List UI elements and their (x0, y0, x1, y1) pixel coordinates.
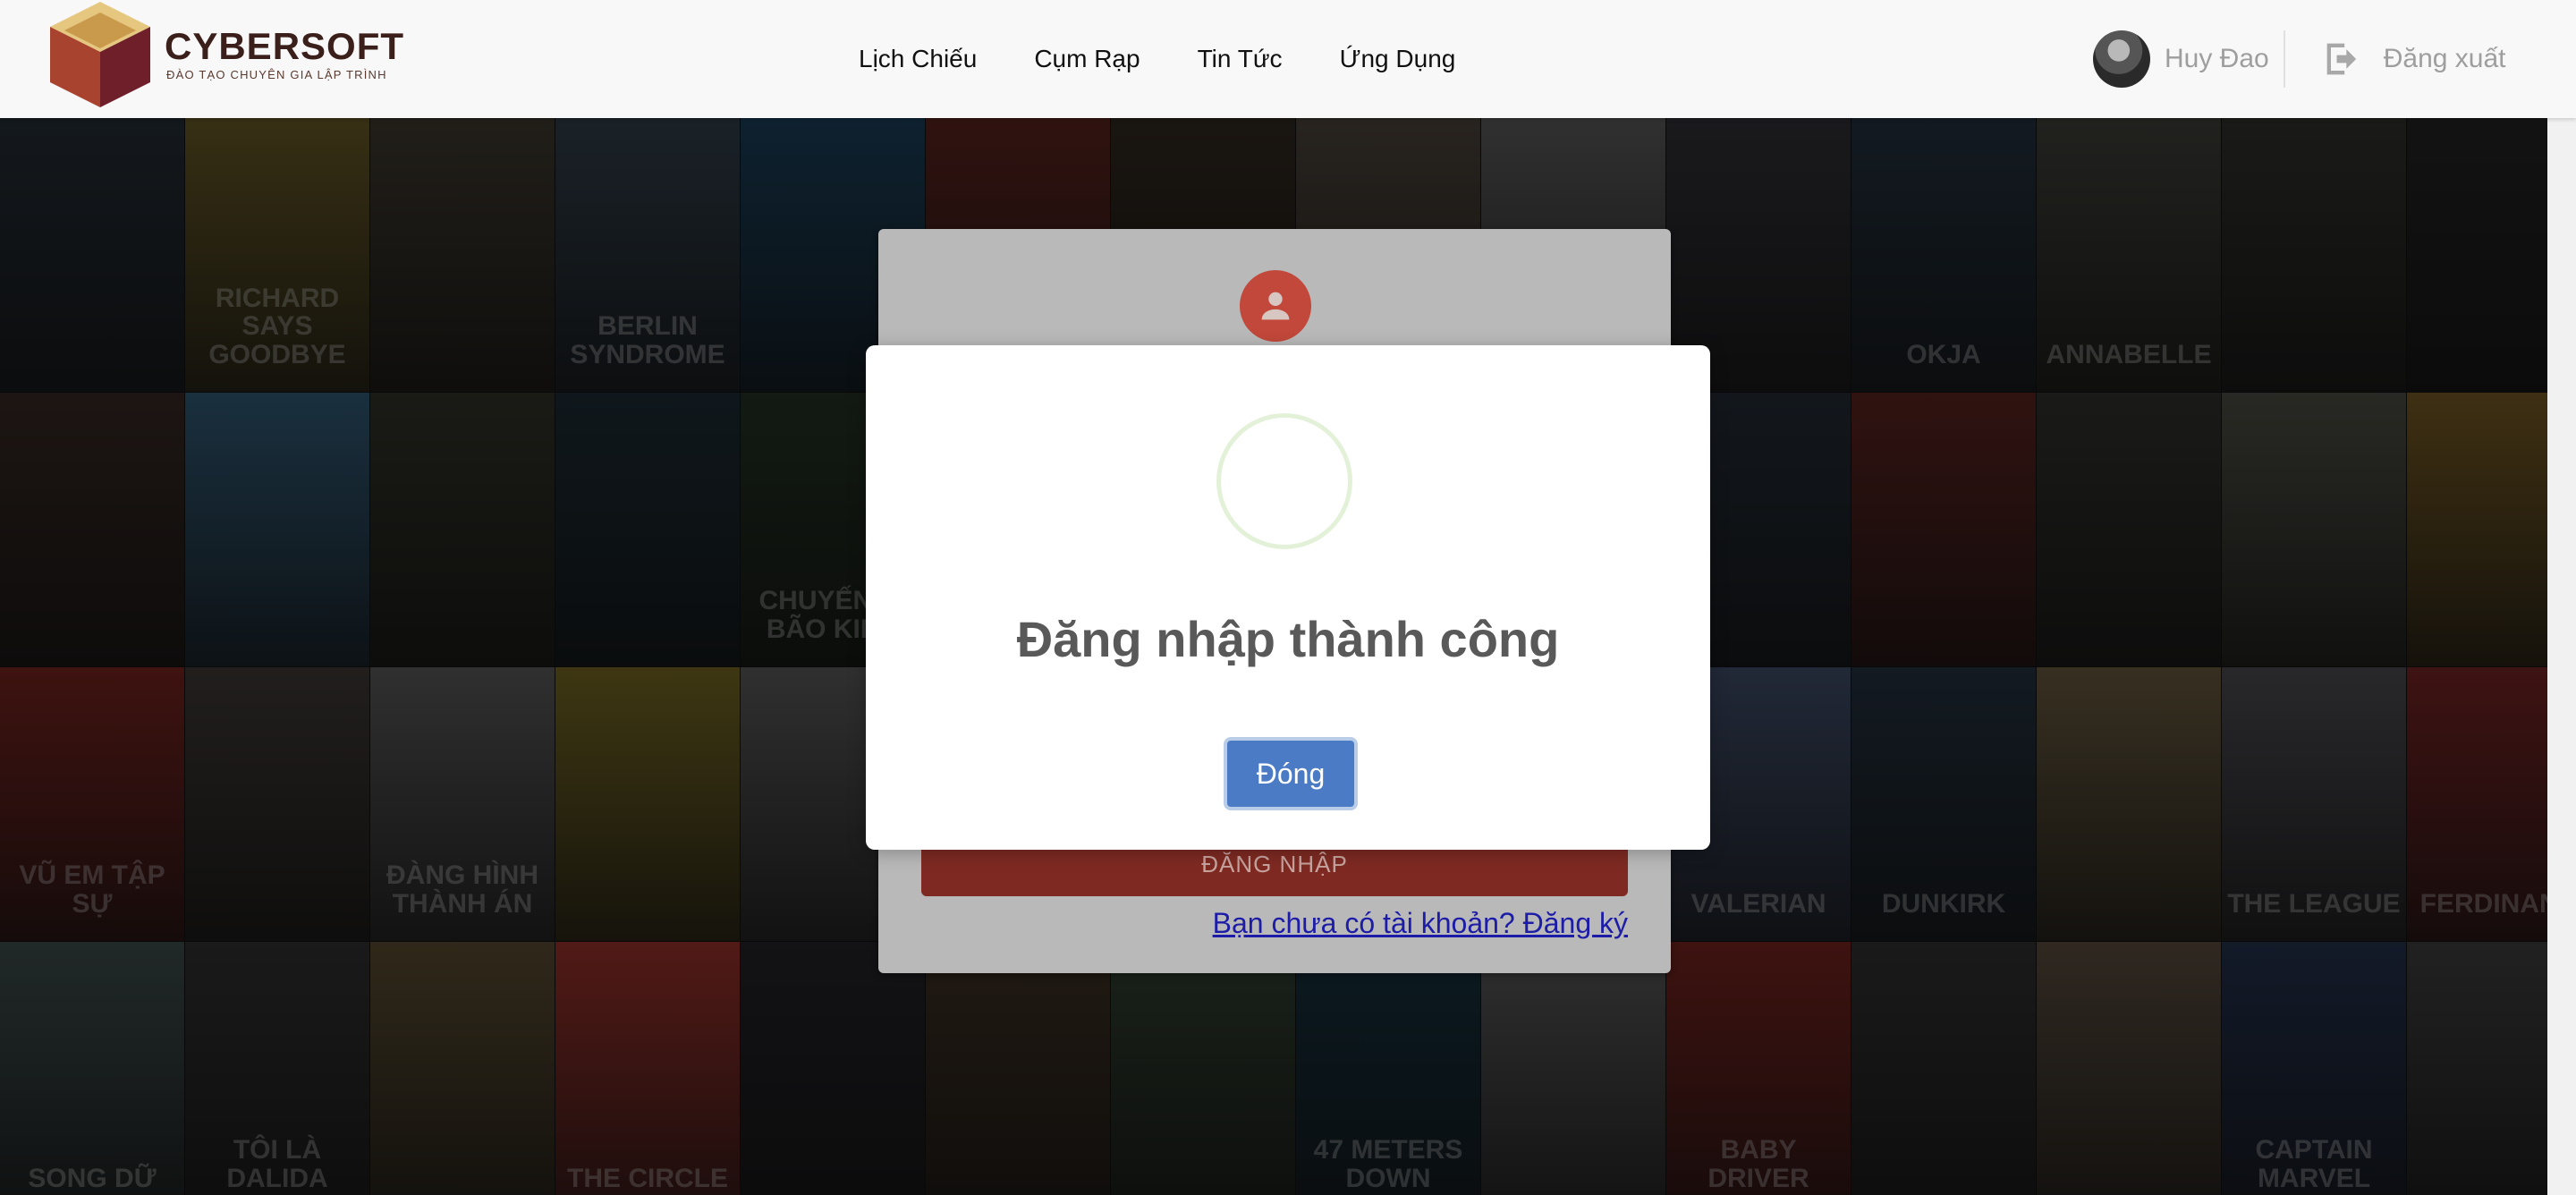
brand-logo[interactable]: CYBERSOFT ĐÀO TẠO CHUYÊN GIA LẬP TRÌNH (47, 0, 404, 111)
user-area: Huy Đao Đăng xuất (2093, 30, 2505, 89)
nav-item-cum-rap[interactable]: Cụm Rạp (1034, 45, 1140, 73)
logout-label: Đăng xuất (2383, 44, 2506, 73)
register-link[interactable]: Bạn chưa có tài khoản? Đăng ký (1213, 907, 1628, 940)
dialog-title: Đăng nhập thành công (1016, 611, 1560, 667)
main-nav: Lịch Chiếu Cụm Rạp Tin Tức Ứng Dụng (859, 0, 1455, 118)
nav-item-lich-chieu[interactable]: Lịch Chiếu (859, 45, 977, 73)
user-name[interactable]: Huy Đao (2165, 44, 2269, 74)
nav-item-ung-dung[interactable]: Ứng Dụng (1340, 45, 1456, 73)
sign-out-icon (2326, 43, 2356, 75)
site-header: CYBERSOFT ĐÀO TẠO CHUYÊN GIA LẬP TRÌNH L… (0, 0, 2576, 118)
page-scrollbar[interactable] (2547, 118, 2576, 1195)
brand-name: CYBERSOFT (165, 25, 405, 67)
avatar[interactable] (2093, 30, 2150, 88)
brand-tagline: ĐÀO TẠO CHUYÊN GIA LẬP TRÌNH (166, 68, 387, 81)
logout-button[interactable]: Đăng xuất (2319, 36, 2506, 82)
nav-item-tin-tuc[interactable]: Tin Tức (1198, 45, 1283, 73)
success-check-icon (1216, 413, 1352, 549)
header-divider (2283, 30, 2285, 88)
login-success-dialog: Đăng nhập thành công Đóng (866, 345, 1710, 850)
brand-cube-icon (50, 2, 150, 107)
dialog-close-button[interactable]: Đóng (1224, 737, 1358, 810)
user-icon (1240, 270, 1311, 342)
